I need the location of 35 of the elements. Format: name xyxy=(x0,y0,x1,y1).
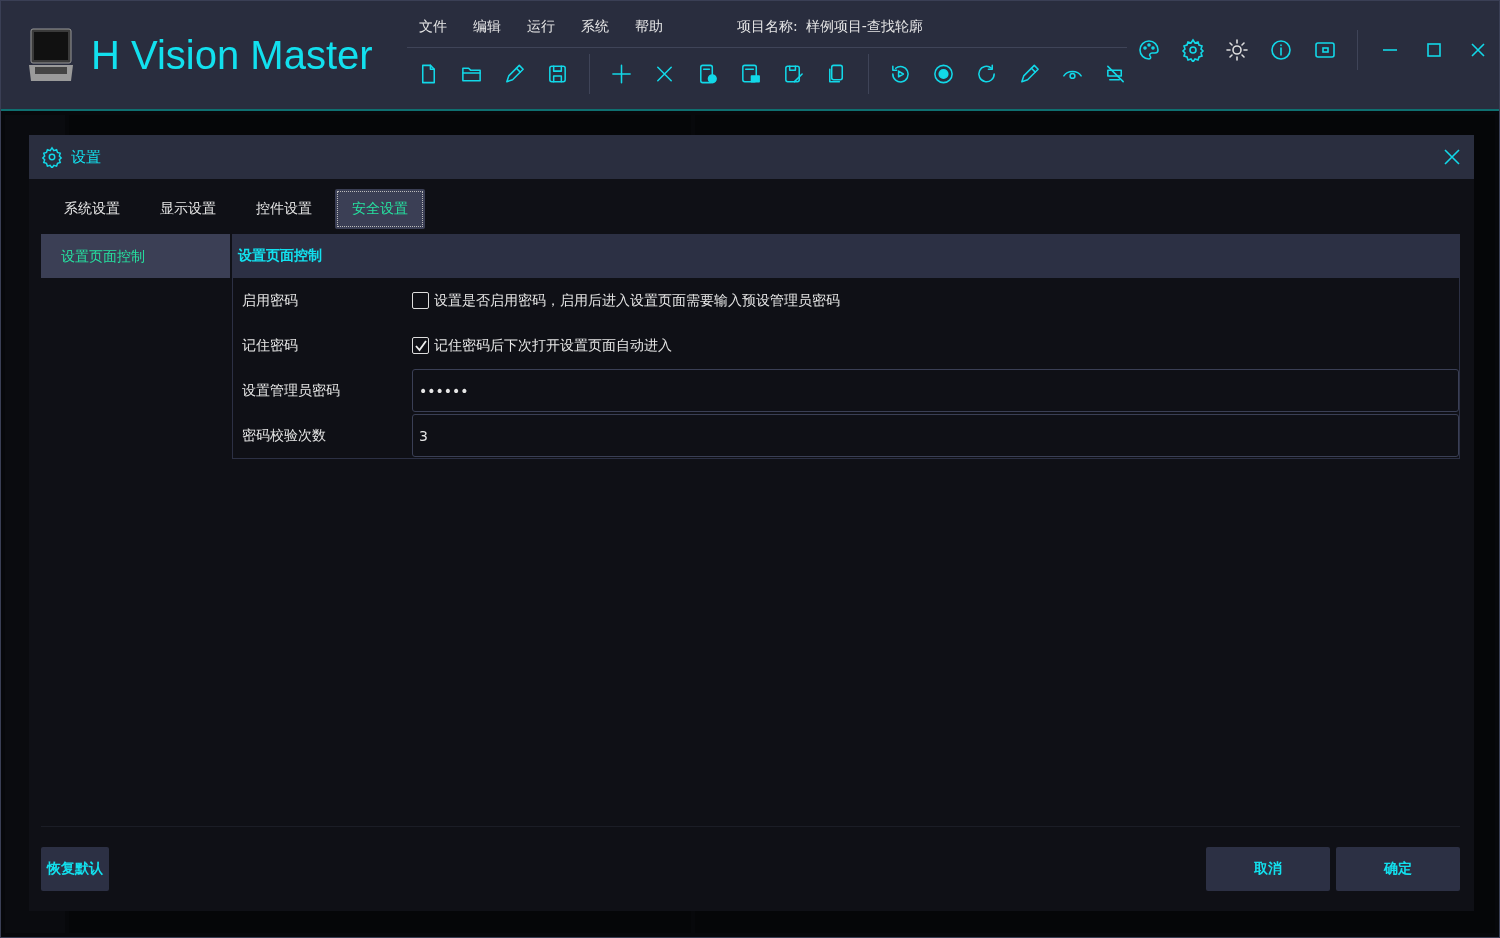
field-label: 设置管理员密码 xyxy=(241,381,341,400)
section-title: 设置页面控制 xyxy=(238,247,322,265)
checkbox-label: 记住密码后下次打开设置页面自动进入 xyxy=(434,336,672,355)
menu-item[interactable]: 文件 xyxy=(419,17,447,36)
sun-icon[interactable] xyxy=(1225,38,1249,62)
project-label: 项目名称: xyxy=(737,17,798,36)
palette-icon[interactable] xyxy=(1137,38,1161,62)
settings-icon xyxy=(41,146,63,168)
field-label: 启用密码 xyxy=(241,291,299,310)
menu-item[interactable]: 编辑 xyxy=(473,17,501,36)
input-field[interactable]: •••••• xyxy=(412,369,1459,412)
field-label: 密码校验次数 xyxy=(241,426,327,445)
input-field[interactable]: 3 xyxy=(412,414,1459,457)
checkbox[interactable] xyxy=(412,337,429,354)
info-icon[interactable] xyxy=(1269,38,1293,62)
reset-button[interactable]: 恢复默认 xyxy=(41,847,109,891)
menu-item[interactable]: 系统 xyxy=(581,17,609,36)
tab[interactable]: 控件设置 xyxy=(239,189,329,229)
dialog-title: 设置 xyxy=(71,147,101,167)
checkbox-label: 设置是否启用密码，启用后进入设置页面需要输入预设管理员密码 xyxy=(434,291,840,310)
tab[interactable]: 显示设置 xyxy=(143,189,233,229)
cancel-button[interactable]: 取消 xyxy=(1206,847,1330,891)
menu-item[interactable]: 运行 xyxy=(527,17,555,36)
settings-icon[interactable] xyxy=(1181,38,1205,62)
ok-button[interactable]: 确定 xyxy=(1336,847,1460,891)
laptop-icon xyxy=(27,27,75,83)
checkbox[interactable] xyxy=(412,292,429,309)
field-label: 记住密码 xyxy=(241,336,299,355)
menu-item[interactable]: 帮助 xyxy=(635,17,663,36)
project-name: 样例项目-查找轮廓 xyxy=(805,17,923,36)
close-icon[interactable] xyxy=(1442,147,1462,167)
tab[interactable]: 系统设置 xyxy=(47,189,137,229)
tab[interactable]: 安全设置 xyxy=(335,189,425,229)
nav-item[interactable]: 设置页面控制 xyxy=(41,234,230,278)
app-title: H Vision Master xyxy=(91,32,374,78)
